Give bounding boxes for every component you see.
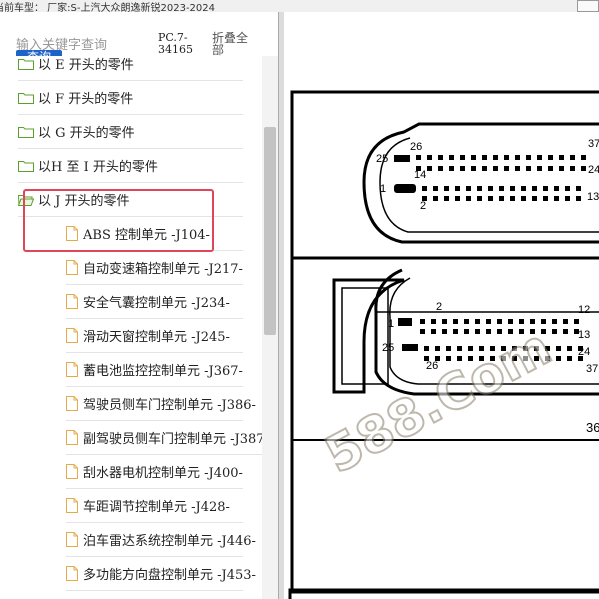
tree-file-j453[interactable]: 多功能方向盘控制单元 -J453- xyxy=(66,557,256,591)
tree-file-label: 泊车雷达系统控制单元 -J446- xyxy=(83,534,256,549)
tree-file-j217[interactable]: 自动变速箱控制单元 -J217- xyxy=(66,251,243,285)
tree-file-j446[interactable]: 泊车雷达系统控制单元 -J446- xyxy=(66,523,256,557)
document-icon xyxy=(66,260,78,275)
connector-diagram: 25 26 37 14 24 1 2 13 2 12 1 13 25 24 26… xyxy=(288,90,599,599)
document-icon xyxy=(66,464,78,479)
pin-label: 1 xyxy=(380,183,386,195)
folder-icon xyxy=(18,126,34,138)
document-icon xyxy=(66,362,78,377)
pin-label: 37 xyxy=(586,363,598,375)
tree-file-j428[interactable]: 车距调节控制单元 -J428- xyxy=(66,489,243,523)
tree-folder-label: 以 G 开头的零件 xyxy=(38,126,135,141)
tree-folder-h-i[interactable]: 以H 至 I 开头的零件 xyxy=(18,149,243,183)
tree-file-label: 多功能方向盘控制单元 -J453- xyxy=(83,568,256,583)
tree-file-label: 副驾驶员侧车门控制单元 -J387- xyxy=(83,432,262,447)
folder-icon xyxy=(18,58,34,70)
pin-label: 1 xyxy=(388,318,394,330)
document-icon xyxy=(66,328,78,343)
tree-folder-g[interactable]: 以 G 开头的零件 xyxy=(18,115,243,149)
tree-folder-label: 以 F 开头的零件 xyxy=(38,92,134,107)
document-icon xyxy=(66,430,78,445)
watermark-text: 588.Com xyxy=(316,318,561,485)
pin-label: 25 xyxy=(376,153,388,165)
watermark: 588.Com xyxy=(315,317,562,486)
pin-label: 25 xyxy=(382,342,394,354)
title-bar: 当前车型： 厂家:S-上汽大众朗逸新锐2023-2024 xyxy=(0,0,599,14)
document-icon xyxy=(66,294,78,309)
tree-file-j245[interactable]: 滑动天窗控制单元 -J245- xyxy=(66,319,243,353)
document-icon xyxy=(66,566,78,581)
upper-connector: 25 26 37 14 24 1 2 13 xyxy=(362,122,599,244)
folder-icon xyxy=(18,92,34,104)
tree-file-j387[interactable]: 副驾驶员侧车门控制单元 -J387- xyxy=(66,421,262,455)
pin-label: 37 xyxy=(588,138,599,150)
pin-label: 12 xyxy=(578,304,590,316)
document-code: PC.7-34165 xyxy=(158,31,193,56)
tree-file-j234[interactable]: 安全气囊控制单元 -J234- xyxy=(66,285,243,319)
search-panel: 输入关键字查询 查询 PC.7-34165 折叠全部 xyxy=(0,12,262,64)
tree-folder-label: 以 E 开头的零件 xyxy=(38,58,134,73)
tree-file-j386[interactable]: 驾驶员侧车门控制单元 -J386- xyxy=(66,387,256,421)
tree-scrollbar-thumb[interactable] xyxy=(264,127,276,335)
figure-number: 36 xyxy=(586,420,599,435)
parts-tree: 以 E 开头的零件 以 F 开头的零件 以 G 开头的零件 以H 至 I 开头的… xyxy=(0,56,262,599)
diagram-viewer: 25 26 37 14 24 1 2 13 2 12 1 13 25 24 26… xyxy=(284,12,599,599)
tree-file-label: 蓄电池监控控制单元 -J367- xyxy=(83,364,243,379)
pin-label: 2 xyxy=(420,200,426,212)
pin-label: 26 xyxy=(410,141,422,153)
pin-label: 13 xyxy=(578,329,590,341)
folder-open-icon xyxy=(18,194,34,206)
window-button[interactable] xyxy=(577,0,599,12)
tree-file-j367[interactable]: 蓄电池监控控制单元 -J367- xyxy=(66,353,243,387)
tree-file-label: 安全气囊控制单元 -J234- xyxy=(83,296,230,311)
tree-folder-f[interactable]: 以 F 开头的零件 xyxy=(18,81,243,115)
pin-label: 2 xyxy=(436,301,442,313)
tree-file-label: 车距调节控制单元 -J428- xyxy=(83,500,230,515)
tree-file-label: 滑动天窗控制单元 -J245- xyxy=(83,330,230,345)
pin-label: 13 xyxy=(587,191,599,203)
collapse-all-button[interactable]: 折叠全部 xyxy=(212,32,256,56)
document-icon xyxy=(66,532,78,547)
pin-label: 24 xyxy=(588,164,599,176)
tree-file-label: 驾驶员侧车门控制单元 -J386- xyxy=(83,398,256,413)
tree-file-label: ABS 控制单元 -J104- xyxy=(83,228,210,243)
tree-file-j400[interactable]: 刮水器电机控制单元 -J400- xyxy=(66,455,243,489)
document-icon xyxy=(66,498,78,513)
document-icon xyxy=(66,396,78,411)
document-icon xyxy=(66,226,78,241)
tree-file-label: 刮水器电机控制单元 -J400- xyxy=(83,466,243,481)
tree-folder-j[interactable]: 以 J 开头的零件 xyxy=(18,183,243,217)
tree-folder-e[interactable]: 以 E 开头的零件 xyxy=(18,56,243,81)
folder-icon xyxy=(18,160,34,172)
tree-file-label: 自动变速箱控制单元 -J217- xyxy=(83,262,243,277)
tree-file-j104[interactable]: ABS 控制单元 -J104- xyxy=(66,217,243,251)
tree-folder-label: 以 J 开头的零件 xyxy=(38,194,130,209)
tree-folder-label: 以H 至 I 开头的零件 xyxy=(38,160,158,175)
